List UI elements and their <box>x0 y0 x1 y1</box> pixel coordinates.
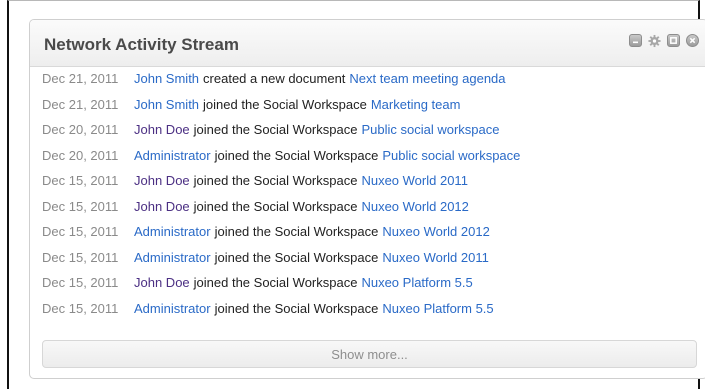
activity-stream-widget: Network Activity Stream Dec 21, 2011 Joh… <box>29 19 705 379</box>
activity-verb: joined the Social Workspace <box>193 173 358 189</box>
activity-date: Dec 15, 2011 <box>42 275 119 291</box>
activity-row: Dec 20, 2011 John Doe joined the Social … <box>30 117 705 143</box>
activity-target-link[interactable]: Nuxeo World 2011 <box>382 250 488 265</box>
activity-target-link[interactable]: Marketing team <box>371 97 461 112</box>
activity-actor-link[interactable]: Administrator <box>134 250 211 265</box>
activity-target-link[interactable]: Nuxeo World 2012 <box>382 224 489 239</box>
activity-row: Dec 20, 2011 Administrator joined the So… <box>30 143 705 169</box>
widget-toolbar <box>629 34 699 47</box>
activity-verb: joined the Social Workspace <box>214 249 379 265</box>
activity-date: Dec 15, 2011 <box>42 249 119 265</box>
activity-actor-link[interactable]: John Doe <box>134 199 190 214</box>
activity-date: Dec 20, 2011 <box>42 147 119 163</box>
maximize-icon[interactable] <box>667 34 680 47</box>
activity-date: Dec 15, 2011 <box>42 198 119 214</box>
activity-row: Dec 15, 2011 John Doe joined the Social … <box>30 270 705 296</box>
activity-date: Dec 21, 2011 <box>42 71 119 87</box>
activity-target-link[interactable]: Public social workspace <box>361 122 499 137</box>
activity-actor-link[interactable]: John Doe <box>134 122 190 137</box>
activity-row: Dec 21, 2011 John Smith created a new do… <box>30 66 705 92</box>
activity-target-link[interactable]: Nuxeo World 2012 <box>361 199 468 214</box>
activity-actor-link[interactable]: Administrator <box>134 224 211 239</box>
activity-target-link[interactable]: Nuxeo Platform 5.5 <box>382 301 493 316</box>
activity-date: Dec 15, 2011 <box>42 173 119 189</box>
activity-row: Dec 15, 2011 Administrator joined the So… <box>30 245 705 271</box>
activity-verb: joined the Social Workspace <box>203 96 367 112</box>
activity-actor-link[interactable]: John Smith <box>134 71 199 86</box>
activity-date: Dec 15, 2011 <box>42 224 119 240</box>
activity-date: Dec 21, 2011 <box>42 96 119 112</box>
activity-row: Dec 15, 2011 Administrator joined the So… <box>30 219 705 245</box>
activity-actor-link[interactable]: John Doe <box>134 275 190 290</box>
gear-icon[interactable] <box>648 34 661 47</box>
activity-actor-link[interactable]: John Smith <box>134 97 199 112</box>
activity-target-link[interactable]: Nuxeo Platform 5.5 <box>361 275 472 290</box>
minimize-icon[interactable] <box>629 34 642 47</box>
activity-actor-link[interactable]: John Doe <box>134 173 190 188</box>
widget-title: Network Activity Stream <box>44 35 239 54</box>
close-icon[interactable] <box>686 34 699 47</box>
activity-target-link[interactable]: Next team meeting agenda <box>349 71 505 86</box>
activity-row: Dec 15, 2011 John Doe joined the Social … <box>30 194 705 220</box>
activity-date: Dec 15, 2011 <box>42 300 119 316</box>
show-more-button[interactable]: Show more... <box>42 340 697 368</box>
activity-verb: joined the Social Workspace <box>214 147 379 163</box>
activity-target-link[interactable]: Nuxeo World 2011 <box>361 173 467 188</box>
activity-actor-link[interactable]: Administrator <box>134 148 211 163</box>
activity-verb: joined the Social Workspace <box>193 198 358 214</box>
activity-row: Dec 21, 2011 John Smith joined the Socia… <box>30 92 705 118</box>
gadget-frame: Network Activity Stream Dec 21, 2011 Joh… <box>7 0 705 389</box>
activity-verb: joined the Social Workspace <box>193 275 358 291</box>
activity-verb: joined the Social Workspace <box>214 224 379 240</box>
activity-verb: joined the Social Workspace <box>214 300 379 316</box>
activity-actor-link[interactable]: Administrator <box>134 301 211 316</box>
activity-row: Dec 15, 2011 Administrator joined the So… <box>30 296 705 322</box>
activity-date: Dec 20, 2011 <box>42 122 119 138</box>
activity-list: Dec 21, 2011 John Smith created a new do… <box>30 66 705 321</box>
activity-target-link[interactable]: Public social workspace <box>382 148 520 163</box>
activity-row: Dec 15, 2011 John Doe joined the Social … <box>30 168 705 194</box>
activity-verb: created a new document <box>203 71 346 87</box>
widget-header: Network Activity Stream <box>30 20 705 67</box>
activity-verb: joined the Social Workspace <box>193 122 358 138</box>
